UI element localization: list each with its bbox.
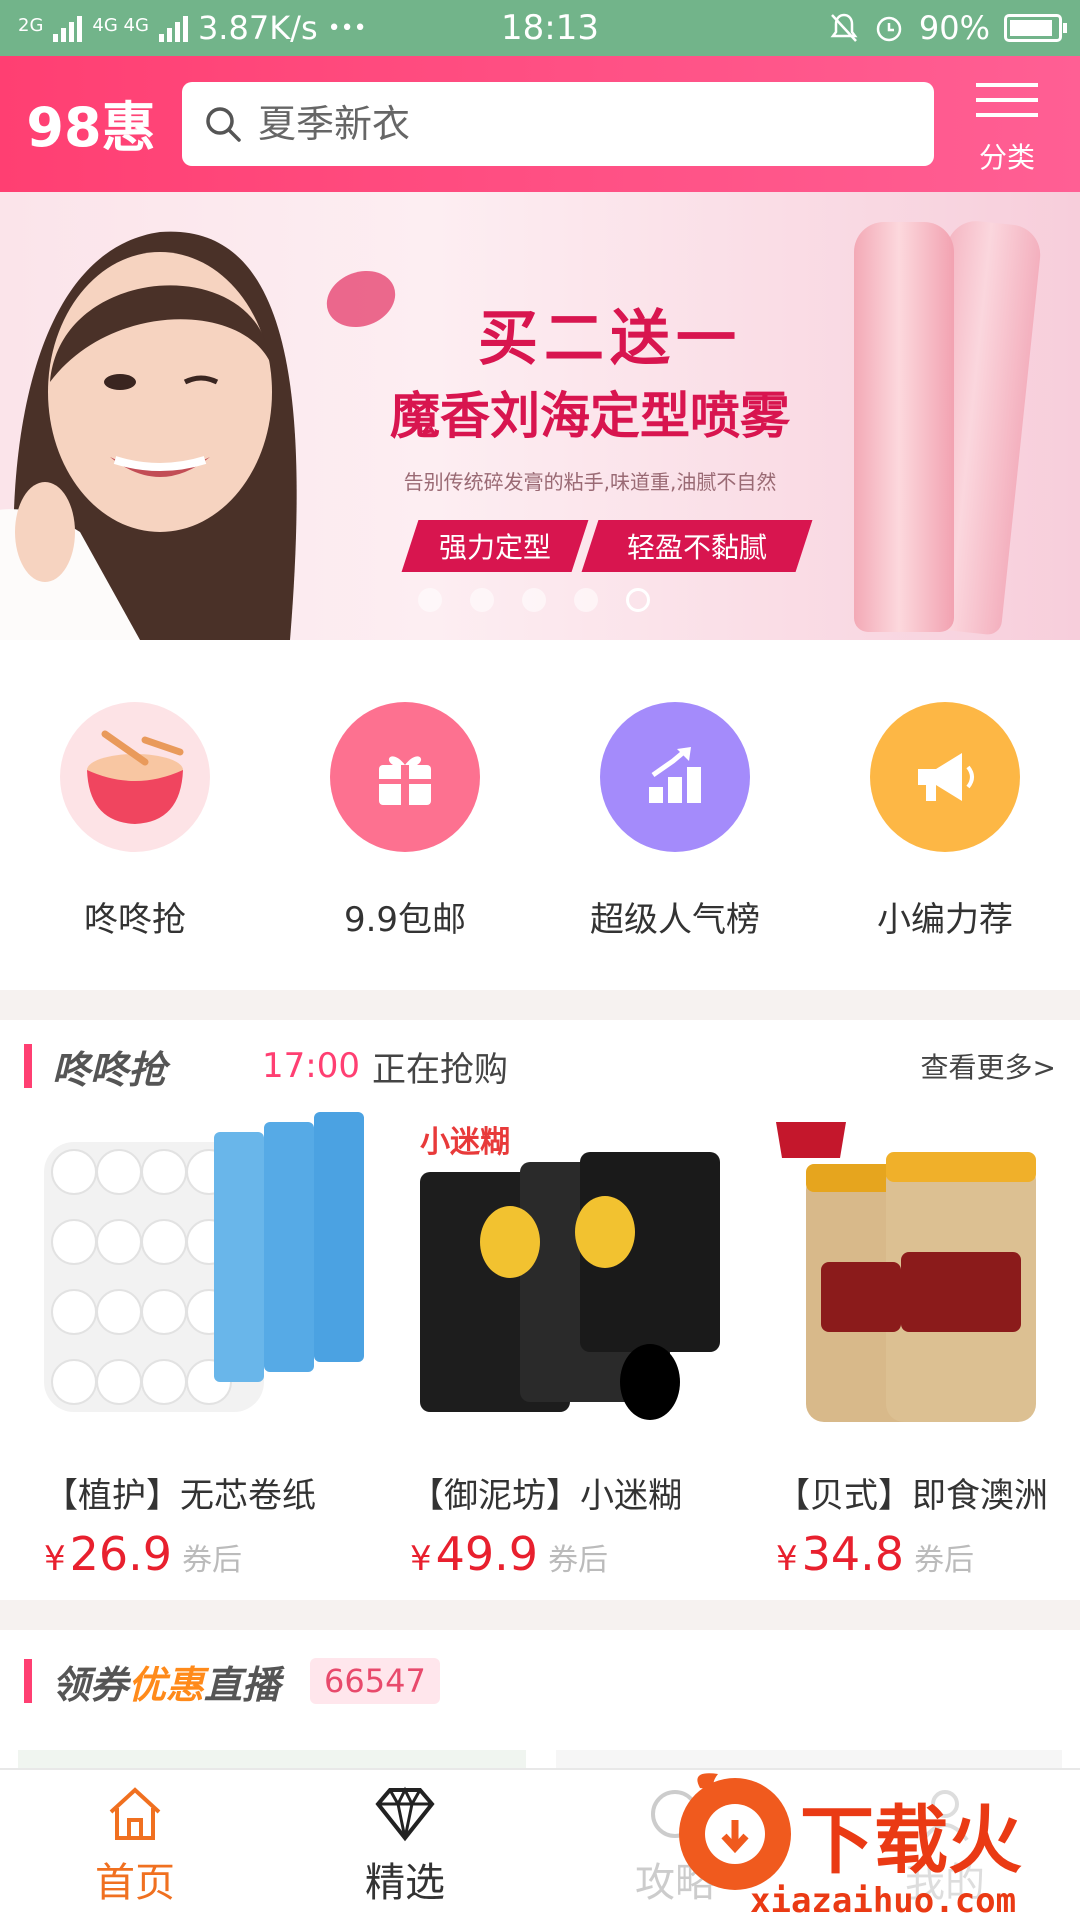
quick-nav: 咚咚抢 9.9包邮 超级人气榜 小编力荐: [0, 640, 1080, 990]
network-type-label-2: 4G 4G: [92, 15, 149, 36]
product-card[interactable]: 小迷糊 【御泥坊】小迷糊 ¥49.9 券后: [410, 1112, 776, 1581]
carousel-dot-active[interactable]: [626, 588, 650, 612]
search-input[interactable]: [258, 102, 878, 146]
battery-percent: 90%: [918, 9, 990, 47]
quick-nav-free-shipping[interactable]: 9.9包邮: [270, 640, 540, 990]
price-note: 券后: [548, 1543, 609, 1578]
currency-symbol: ¥: [776, 1539, 798, 1579]
alarm-icon: [876, 16, 902, 42]
carousel-dot[interactable]: [522, 588, 546, 612]
clock: 18:13: [501, 8, 599, 48]
product-carousel[interactable]: 【植护】无芯卷纸 ¥26.9 券后 小迷糊 【御泥坊】小迷糊 ¥49.9 券后: [0, 1112, 1080, 1581]
search-bar[interactable]: [182, 82, 934, 166]
section-header: 领券优惠直播 66547: [0, 1630, 1080, 1732]
banner-description: 告别传统碎发膏的粘手,味道重,油腻不自然: [403, 470, 777, 494]
guide-icon: [651, 1790, 699, 1838]
search-icon: [206, 107, 241, 142]
battery-icon: [1004, 14, 1067, 42]
category-button[interactable]: 分类: [934, 56, 1080, 192]
section-header: 咚咚抢 17:00 正在抢购 查看更多>: [0, 1020, 1080, 1112]
currency-symbol: ¥: [44, 1539, 66, 1579]
product-image-face-mask: 小迷糊: [420, 1125, 720, 1420]
tab-home[interactable]: 首页: [0, 1770, 270, 1920]
user-icon: [921, 1790, 969, 1842]
tab-label: 首页: [95, 1860, 175, 1906]
banner-tag-2: 轻盈不黏腻: [581, 520, 813, 572]
quick-nav-label: 超级人气榜: [590, 900, 760, 940]
quick-nav-label: 9.9包邮: [343, 900, 467, 940]
tab-profile[interactable]: 我的: [810, 1770, 1080, 1920]
model-photo: [0, 231, 297, 640]
product-image-toilet-paper: [44, 1112, 364, 1412]
price-value: 26.9: [69, 1527, 173, 1581]
product-card[interactable]: 【植护】无芯卷纸 ¥26.9 券后: [44, 1112, 410, 1581]
tab-guide[interactable]: 攻略: [540, 1770, 810, 1920]
spray-can-image-front: [854, 222, 954, 632]
product-price: ¥34.8 券后: [776, 1527, 1080, 1581]
app-header: 98惠 分类: [0, 56, 1080, 192]
sale-status: 正在抢购: [372, 1049, 508, 1090]
product-name: 【御泥坊】小迷糊: [410, 1476, 682, 1516]
carousel-dot[interactable]: [470, 588, 494, 612]
chart-up-icon: [600, 702, 750, 852]
coupon-count-badge: 66547: [310, 1658, 440, 1704]
network-type-label: 2G: [18, 15, 44, 36]
section-accent-bar: [24, 1044, 32, 1088]
svg-text:小迷糊: 小迷糊: [420, 1125, 510, 1160]
category-label: 分类: [978, 141, 1035, 174]
price-value: 49.9: [435, 1527, 539, 1581]
view-more-link[interactable]: 查看更多>: [921, 1046, 1056, 1086]
product-name: 【贝式】即食澳洲: [776, 1476, 1048, 1516]
quick-nav-label: 小编力荐: [877, 900, 1013, 940]
gift-icon: [330, 702, 480, 852]
sale-time: 17:00: [262, 1046, 360, 1086]
banner-tag-1: 强力定型: [401, 520, 589, 572]
quick-nav-label: 咚咚抢: [84, 900, 186, 940]
product-image-oatmeal: [776, 1122, 1036, 1422]
carousel-dots[interactable]: [418, 588, 650, 612]
diamond-icon: [375, 1786, 435, 1842]
status-bar: 2G 4G 4G 3.87K/s ••• 18:13 90%: [0, 0, 1080, 56]
signal-icon-2: [158, 14, 188, 42]
price-value: 34.8: [801, 1527, 905, 1581]
section-title: 咚咚抢: [52, 1047, 167, 1092]
price-note: 券后: [914, 1543, 975, 1578]
product-price: ¥49.9 券后: [410, 1527, 776, 1581]
flash-sale-section: 咚咚抢 17:00 正在抢购 查看更多> 【植护】无芯卷纸 ¥26.9 券后 小…: [0, 1020, 1080, 1600]
quick-nav-dongdong[interactable]: 咚咚抢: [0, 640, 270, 990]
product-card[interactable]: 【贝式】即食澳洲 ¥34.8 券后: [776, 1112, 1080, 1581]
tab-featured[interactable]: 精选: [270, 1770, 540, 1920]
product-name: 【植护】无芯卷纸: [44, 1476, 316, 1516]
menu-icon: [976, 72, 1038, 128]
section-title: 领券优惠直播: [52, 1662, 281, 1707]
tab-label: 精选: [365, 1860, 445, 1906]
mute-bell-icon: [830, 13, 858, 42]
app-logo[interactable]: 98惠: [0, 83, 182, 162]
more-notifications-icon: •••: [327, 15, 367, 41]
carousel-dot[interactable]: [418, 588, 442, 612]
carousel-dot[interactable]: [574, 588, 598, 612]
product-price: ¥26.9 券后: [44, 1527, 410, 1581]
quick-nav-editor-pick[interactable]: 小编力荐: [810, 640, 1080, 990]
banner-subtitle: 魔香刘海定型喷雾: [390, 387, 790, 445]
signal-icon: [53, 14, 83, 42]
network-speed: 3.87K/s: [197, 9, 318, 47]
quick-nav-popular[interactable]: 超级人气榜: [540, 640, 810, 990]
price-note: 券后: [182, 1543, 243, 1578]
bottom-tab-bar: 首页 精选 攻略 我的: [0, 1768, 1080, 1920]
tab-label: 攻略: [635, 1860, 715, 1906]
currency-symbol: ¥: [410, 1539, 432, 1579]
drum-icon: [60, 702, 210, 852]
home-icon: [109, 1787, 161, 1840]
section-accent-bar: [24, 1659, 32, 1703]
tab-label: 我的: [905, 1860, 985, 1906]
promo-banner[interactable]: 买二送一 魔香刘海定型喷雾 告别传统碎发膏的粘手,味道重,油腻不自然 强力定型 …: [0, 192, 1080, 640]
megaphone-icon: [870, 702, 1020, 852]
banner-title: 买二送一: [478, 304, 742, 374]
